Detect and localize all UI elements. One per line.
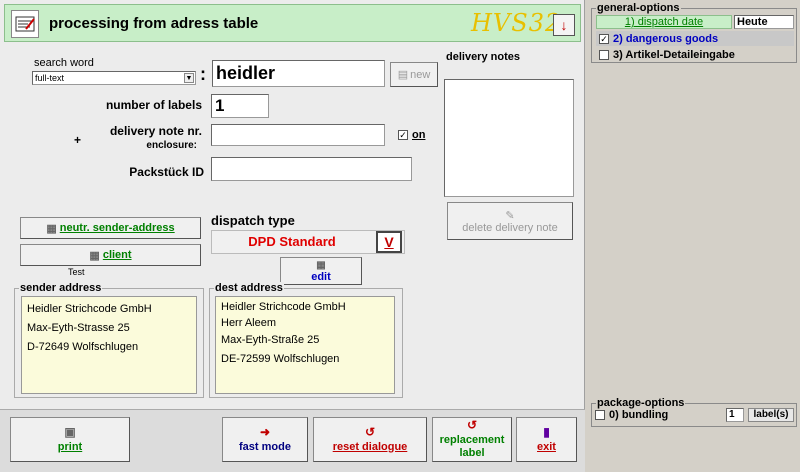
delivery-note-input[interactable] bbox=[211, 124, 385, 146]
dispatch-date-label: 1) dispatch date bbox=[624, 16, 704, 28]
sender-address-box[interactable]: Heidler Strichcode GmbH Max-Eyth-Strasse… bbox=[21, 296, 197, 394]
bundling-checkbox[interactable] bbox=[595, 410, 605, 420]
dest-address-legend: dest address bbox=[214, 282, 284, 294]
neutral-sender-address-button[interactable]: ▦ neutr. sender-address bbox=[20, 217, 201, 239]
exit-button[interactable]: ▮ exit bbox=[516, 417, 577, 462]
bundling-count-input[interactable]: 1 bbox=[726, 408, 744, 422]
delete-delivery-note-button[interactable]: ✎ delete delivery note bbox=[447, 202, 573, 240]
arrow-down-icon: ↓ bbox=[560, 17, 568, 33]
sender-address-group: sender address Heidler Strichcode GmbH M… bbox=[14, 282, 204, 398]
replacement-icon: ↺ bbox=[466, 418, 478, 432]
client-icon: ▦ bbox=[89, 249, 100, 262]
edit-label: edit bbox=[311, 270, 331, 283]
dest-address-box[interactable]: Heidler Strichcode GmbH Herr Aleem Max-E… bbox=[215, 296, 395, 394]
fast-forward-icon: ➜ bbox=[259, 424, 271, 439]
hvs32-logo: HVS32 bbox=[471, 9, 562, 37]
print-button[interactable]: ▣ print bbox=[10, 417, 130, 462]
fast-mode-button[interactable]: ➜ fast mode bbox=[222, 417, 308, 462]
reset-dialogue-label: reset dialogue bbox=[332, 440, 408, 453]
dispatch-date-button[interactable]: 1) dispatch date bbox=[596, 15, 732, 29]
new-document-icon: ▤ bbox=[397, 69, 409, 81]
delivery-notes-list[interactable] bbox=[444, 79, 574, 197]
main-panel: processing from adress table HVS32 ↓ sea… bbox=[0, 0, 585, 472]
on-checkbox[interactable]: ✓ bbox=[398, 130, 408, 140]
sender-address-line: Max-Eyth-Strasse 25 bbox=[27, 322, 130, 334]
search-separator: : bbox=[200, 64, 206, 84]
enclosure-label: enclosure: bbox=[146, 140, 197, 151]
article-detail-row[interactable]: 3) Artikel-Detaileingabe bbox=[596, 47, 794, 62]
client-value: Test bbox=[68, 267, 85, 277]
bundling-row[interactable]: 0) bundling bbox=[595, 409, 668, 421]
edit-button[interactable]: ▦ edit bbox=[280, 257, 362, 285]
dest-address-group: dest address Heidler Strichcode GmbH Her… bbox=[209, 282, 403, 398]
dest-address-line: Herr Aleem bbox=[221, 317, 277, 329]
search-word-label: search word bbox=[34, 57, 94, 69]
fast-mode-label: fast mode bbox=[239, 440, 291, 453]
reset-dialogue-button[interactable]: ↺ reset dialogue bbox=[313, 417, 427, 462]
pencil-icon: ✎ bbox=[505, 209, 515, 222]
client-label: client bbox=[102, 249, 132, 261]
app-icon bbox=[11, 10, 39, 38]
exit-door-icon: ▮ bbox=[543, 424, 550, 439]
sender-address-line: D-72649 Wolfschlugen bbox=[27, 341, 139, 353]
v-label: V bbox=[384, 234, 394, 250]
dangerous-goods-label: 2) dangerous goods bbox=[613, 32, 719, 45]
replacement-label-line1: replacement bbox=[439, 434, 505, 446]
dest-address-line: Heidler Strichcode GmbH bbox=[221, 301, 346, 313]
title-bar: processing from adress table HVS32 ↓ bbox=[4, 4, 581, 42]
bundling-unit-label: label(s) bbox=[748, 408, 794, 422]
dispatch-type-label: dispatch type bbox=[211, 213, 295, 228]
exit-label: exit bbox=[537, 440, 556, 453]
new-button[interactable]: ▤ new bbox=[390, 62, 438, 87]
dispatch-date-input[interactable]: Heute bbox=[734, 15, 794, 29]
printer-icon: ▣ bbox=[64, 424, 76, 439]
bottom-toolbar: ▣ print ➜ fast mode ↺ reset dialogue ↺ r… bbox=[0, 409, 585, 472]
bundling-label: 0) bundling bbox=[609, 409, 669, 421]
neutral-sender-label: neutr. sender-address bbox=[59, 222, 175, 234]
general-options-legend: general-options bbox=[596, 2, 681, 14]
dispatch-type-value: DPD Standard bbox=[248, 234, 336, 249]
package-options-legend: package-options bbox=[596, 397, 686, 409]
delivery-notes-label: delivery notes bbox=[446, 51, 520, 63]
search-mode-select[interactable]: full-text ▼ bbox=[32, 71, 196, 85]
general-options-group: general-options 1) dispatch date Heute ✓… bbox=[591, 2, 797, 63]
new-button-label: new bbox=[410, 68, 431, 81]
number-of-labels-label: number of labels bbox=[105, 98, 202, 112]
dispatch-type-v-button[interactable]: V bbox=[376, 231, 402, 253]
menu-button[interactable]: ↓ bbox=[553, 14, 575, 36]
dangerous-goods-checkbox[interactable]: ✓ bbox=[599, 33, 609, 44]
article-detail-label: 3) Artikel-Detaileingabe bbox=[613, 48, 735, 61]
article-detail-checkbox[interactable] bbox=[599, 49, 609, 60]
package-options-group: package-options 0) bundling 1 label(s) bbox=[591, 397, 797, 427]
package-id-input[interactable] bbox=[211, 157, 412, 181]
delivery-note-nr-label: delivery note nr. bbox=[109, 124, 202, 138]
client-button[interactable]: ▦ client bbox=[20, 244, 201, 266]
reset-icon: ↺ bbox=[364, 424, 376, 439]
edit-icon: ▦ bbox=[316, 259, 326, 271]
dest-address-line: DE-72599 Wolfschlugen bbox=[221, 353, 340, 365]
sender-address-line: Heidler Strichcode GmbH bbox=[27, 303, 152, 315]
print-label: print bbox=[57, 440, 83, 453]
search-input[interactable]: heidler bbox=[212, 60, 385, 87]
options-panel: general-options 1) dispatch date Heute ✓… bbox=[588, 0, 800, 472]
number-of-labels-input[interactable]: 1 bbox=[211, 94, 269, 118]
delete-delivery-note-label: delete delivery note bbox=[462, 221, 558, 234]
window-title: processing from adress table bbox=[49, 15, 259, 32]
replacement-label-line2: label bbox=[459, 447, 485, 459]
search-mode-value: full-text bbox=[35, 73, 65, 83]
on-label: on bbox=[412, 129, 426, 141]
on-checkbox-row[interactable]: ✓ on bbox=[398, 129, 425, 141]
address-book-icon: ▦ bbox=[46, 222, 57, 235]
sender-address-legend: sender address bbox=[19, 282, 103, 294]
dangerous-goods-row[interactable]: ✓ 2) dangerous goods bbox=[596, 31, 794, 46]
chevron-down-icon[interactable]: ▼ bbox=[184, 73, 194, 83]
replacement-label-button[interactable]: ↺ replacement label bbox=[432, 417, 512, 462]
dest-address-line: Max-Eyth-Straße 25 bbox=[221, 334, 320, 346]
package-id-label: Packstück ID bbox=[129, 165, 204, 179]
